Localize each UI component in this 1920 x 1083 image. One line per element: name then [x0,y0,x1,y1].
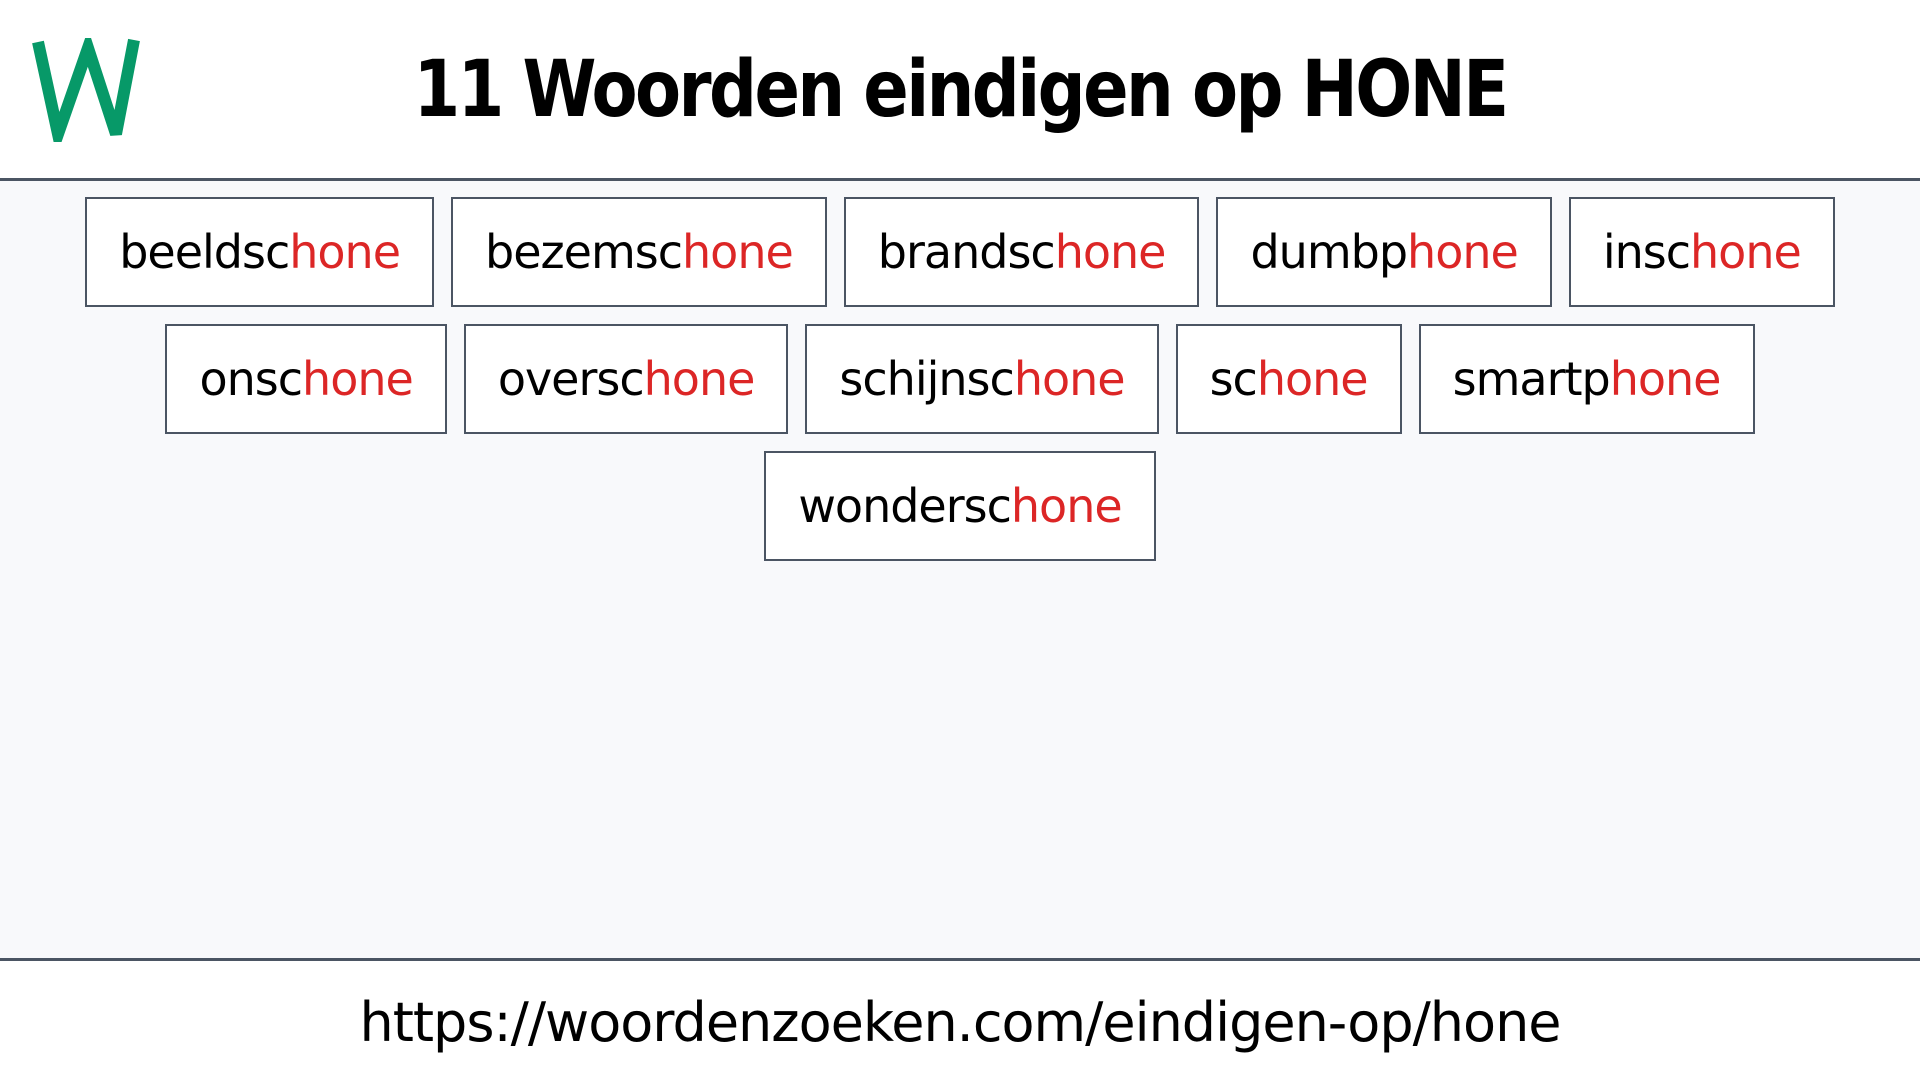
w-logo-icon [32,38,140,142]
word-list: beeldsc hone bezemsc hone brandsc hone dumb… [40,197,1880,561]
footer: https://woordenzoeken.com/eindigen-op/ho… [0,958,1920,1083]
word-stem: oversc [497,352,645,406]
word-stem: smartp [1452,352,1611,406]
word-stem: insc [1602,225,1691,279]
word-suffix: hone [302,352,414,406]
header: 11 Woorden eindigen op HONE [0,0,1920,181]
word-item[interactable]: bezemsc hone [451,197,827,307]
word-stem: wondersc [798,479,1012,533]
word-stem: brandsc [877,225,1056,279]
word-stem: dumbp [1250,225,1408,279]
word-stem: schijnsc [839,352,1014,406]
word-stem: onsc [199,352,303,406]
word-stem: sc [1209,352,1258,406]
word-item[interactable]: dumbp hone [1216,197,1552,307]
word-item[interactable]: insc hone [1568,197,1835,307]
site-logo[interactable] [32,38,144,142]
word-item[interactable]: beeldsc hone [85,197,435,307]
word-suffix: hone [1407,225,1519,279]
word-item[interactable]: smartp hone [1418,324,1755,434]
word-item[interactable]: sc hone [1175,324,1402,434]
page-url: https://woordenzoeken.com/eindigen-op/ho… [359,991,1561,1054]
word-stem: bezemsc [485,225,683,279]
word-suffix: hone [1609,352,1722,406]
word-suffix: hone [1010,479,1123,533]
word-suffix: hone [289,225,401,279]
word-suffix: hone [1690,225,1802,279]
word-suffix: hone [682,225,794,279]
word-suffix: hone [1256,352,1369,406]
word-stem: beeldsc [119,225,290,279]
word-item[interactable]: onsc hone [165,324,447,434]
word-item[interactable]: oversc hone [463,324,789,434]
page-title: 11 Woorden eindigen op HONE [413,45,1510,135]
word-item[interactable]: schijnsc hone [805,324,1159,434]
word-suffix: hone [1013,352,1126,406]
word-suffix: hone [643,352,756,406]
word-item[interactable]: wondersc hone [764,451,1156,561]
word-suffix: hone [1054,225,1167,279]
word-item[interactable]: brandsc hone [843,197,1200,307]
